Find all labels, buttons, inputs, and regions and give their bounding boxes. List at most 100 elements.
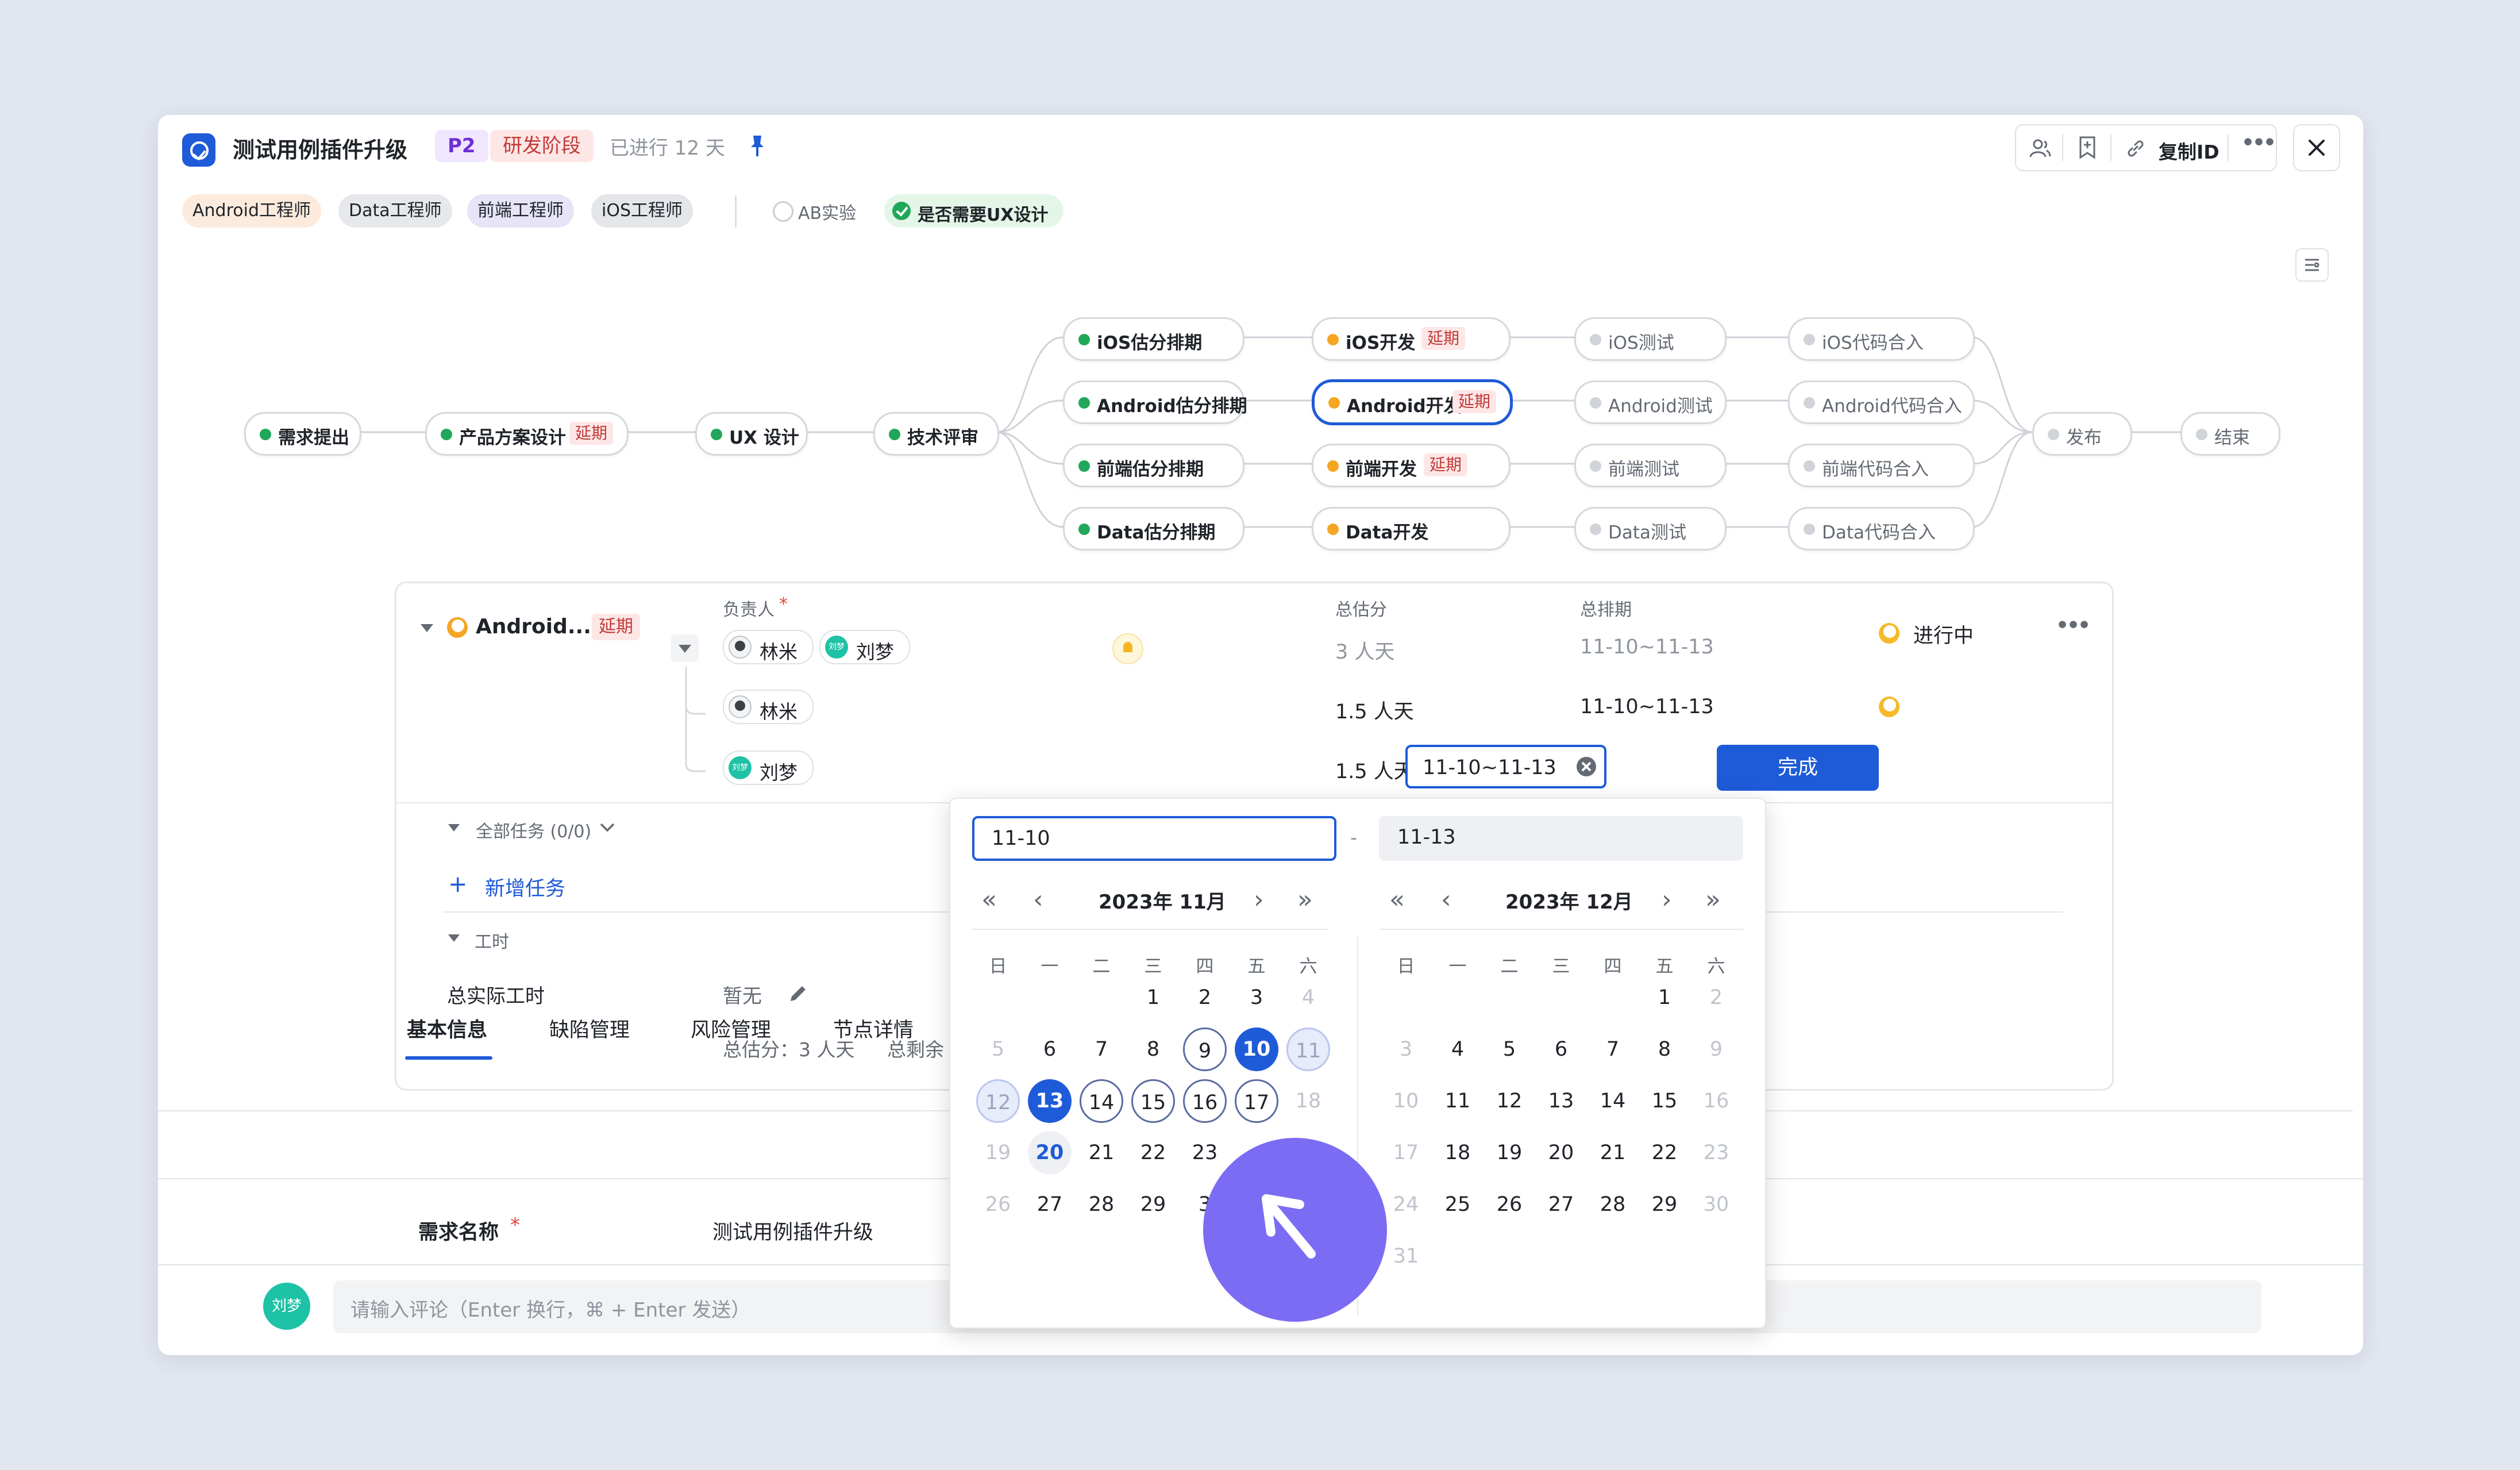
calendar-day[interactable]: 28	[1591, 1183, 1635, 1226]
start-date-input[interactable]: 11-10	[972, 816, 1336, 861]
calendar-day[interactable]: 12	[976, 1079, 1020, 1123]
plus-icon[interactable]: +	[448, 871, 468, 898]
calendar-day[interactable]: 21	[1591, 1131, 1635, 1175]
calendar-day[interactable]: 26	[1488, 1183, 1531, 1226]
flow-node[interactable]: 需求提出	[244, 412, 361, 456]
flow-node[interactable]: Android估分排期	[1063, 380, 1247, 424]
calendar-day[interactable]: 8	[1131, 1028, 1175, 1071]
calendar-day[interactable]: 26	[976, 1183, 1020, 1226]
more-icon[interactable]: •••	[2056, 614, 2091, 637]
calendar-day[interactable]: 23	[1183, 1131, 1227, 1175]
user-chip[interactable]: 林米	[723, 690, 814, 724]
calendar-day[interactable]: 6	[1028, 1028, 1072, 1071]
calendar-day[interactable]: 10	[1384, 1079, 1428, 1123]
tab-risks[interactable]: 风险管理	[691, 1014, 771, 1043]
calendar-day[interactable]: 14	[1080, 1079, 1123, 1123]
calendar-day[interactable]: 6	[1539, 1028, 1583, 1071]
user-chip[interactable]: 刘梦 刘梦	[723, 751, 814, 785]
calendar-day[interactable]: 2	[1694, 976, 1738, 1019]
calendar-day[interactable]: 9	[1694, 1028, 1738, 1071]
calendar-day[interactable]: 16	[1183, 1079, 1227, 1123]
calendar-day[interactable]: 12	[1488, 1079, 1531, 1123]
calendar-day[interactable]: 7	[1591, 1028, 1635, 1071]
prev-month-icon[interactable]: ‹	[1441, 885, 1451, 914]
next-month-icon[interactable]: ›	[1254, 885, 1264, 914]
calendar-day[interactable]: 7	[1080, 1028, 1123, 1071]
calendar-day[interactable]: 1	[1131, 976, 1175, 1019]
calendar-day[interactable]: 20	[1028, 1131, 1072, 1175]
name-field-value[interactable]: 测试用例插件升级	[712, 1216, 873, 1245]
calendar-day[interactable]: 28	[1080, 1183, 1123, 1226]
flow-node[interactable]: Android代码合入	[1788, 380, 1975, 424]
calendar-day[interactable]: 23	[1694, 1131, 1738, 1175]
end-date-input[interactable]: 11-13	[1379, 816, 1743, 861]
prev-year-icon[interactable]: «	[981, 885, 997, 914]
clear-icon[interactable]	[1577, 757, 1596, 776]
bell-icon[interactable]	[1112, 633, 1143, 664]
calendar-day[interactable]: 3	[1235, 976, 1278, 1019]
flow-node[interactable]: iOS估分排期	[1063, 317, 1244, 361]
calendar-day[interactable]: 19	[976, 1131, 1020, 1175]
prev-year-icon[interactable]: «	[1389, 885, 1405, 914]
done-button[interactable]: 完成	[1717, 745, 1879, 791]
tab-node-details[interactable]: 节点详情	[833, 1014, 914, 1043]
flow-node[interactable]: Data测试	[1574, 507, 1727, 551]
flow-node[interactable]: 前端测试	[1574, 444, 1727, 487]
calendar-day[interactable]: 21	[1080, 1131, 1123, 1175]
calendar-day[interactable]: 27	[1028, 1183, 1072, 1226]
flow-node[interactable]: Android测试	[1574, 380, 1727, 424]
collapse-icon[interactable]	[421, 624, 433, 632]
calendar-day[interactable]: 4	[1286, 976, 1330, 1019]
chevron-down-icon[interactable]	[599, 821, 616, 834]
all-tasks-label[interactable]: 全部任务 (0/0)	[476, 817, 591, 842]
calendar-day[interactable]: 27	[1539, 1183, 1583, 1226]
collapse-icon[interactable]	[448, 824, 460, 832]
calendar-day[interactable]: 13	[1539, 1079, 1583, 1123]
collapse-icon[interactable]	[448, 934, 460, 942]
tab-defects[interactable]: 缺陷管理	[549, 1014, 630, 1043]
calendar-day[interactable]: 22	[1643, 1131, 1686, 1175]
calendar-day[interactable]: 20	[1539, 1131, 1583, 1175]
calendar-day[interactable]: 17	[1384, 1131, 1428, 1175]
calendar-day[interactable]: 13	[1028, 1079, 1072, 1123]
calendar-day[interactable]: 16	[1694, 1079, 1738, 1123]
calendar-day[interactable]: 14	[1591, 1079, 1635, 1123]
calendar-day[interactable]: 4	[1436, 1028, 1479, 1071]
flow-node[interactable]: 前端估分排期	[1063, 444, 1244, 487]
calendar-day[interactable]: 15	[1643, 1079, 1686, 1123]
user-chip[interactable]: 刘梦 刘梦	[819, 630, 910, 664]
flow-node[interactable]: 结束	[2180, 412, 2280, 456]
calendar-day[interactable]: 1	[1643, 976, 1686, 1019]
calendar-day[interactable]: 9	[1183, 1028, 1227, 1071]
flow-node[interactable]: 前端代码合入	[1788, 444, 1975, 487]
next-year-icon[interactable]: »	[1705, 885, 1721, 914]
calendar-day[interactable]: 10	[1235, 1028, 1278, 1071]
calendar-day[interactable]: 18	[1286, 1079, 1330, 1123]
flow-node[interactable]: Data代码合入	[1788, 507, 1975, 551]
calendar-day[interactable]: 17	[1235, 1079, 1278, 1123]
calendar-day[interactable]: 19	[1488, 1131, 1531, 1175]
calendar-day[interactable]: 5	[1488, 1028, 1531, 1071]
next-month-icon[interactable]: ›	[1662, 885, 1672, 914]
flow-node[interactable]: 技术评审	[873, 412, 999, 456]
calendar-day[interactable]: 11	[1286, 1028, 1330, 1071]
tab-basic-info[interactable]: 基本信息	[407, 1014, 487, 1043]
flow-node[interactable]: 发布	[2032, 412, 2132, 456]
calendar-day[interactable]: 29	[1131, 1183, 1175, 1226]
add-task-link[interactable]: 新增任务	[485, 872, 565, 902]
flow-node[interactable]: iOS代码合入	[1788, 317, 1975, 361]
flow-node[interactable]: Data估分排期	[1063, 507, 1244, 551]
calendar-day[interactable]: 2	[1183, 976, 1227, 1019]
calendar-day[interactable]: 24	[1384, 1183, 1428, 1226]
calendar-day[interactable]: 29	[1643, 1183, 1686, 1226]
calendar-day[interactable]: 22	[1131, 1131, 1175, 1175]
calendar-day[interactable]: 15	[1131, 1079, 1175, 1123]
calendar-day[interactable]: 11	[1436, 1079, 1479, 1123]
calendar-day[interactable]: 5	[976, 1028, 1020, 1071]
edit-icon[interactable]	[787, 982, 810, 1005]
calendar-day[interactable]: 30	[1694, 1183, 1738, 1226]
prev-month-icon[interactable]: ‹	[1033, 885, 1043, 914]
calendar-day[interactable]: 3	[1384, 1028, 1428, 1071]
calendar-day[interactable]: 8	[1643, 1028, 1686, 1071]
next-year-icon[interactable]: »	[1297, 885, 1313, 914]
